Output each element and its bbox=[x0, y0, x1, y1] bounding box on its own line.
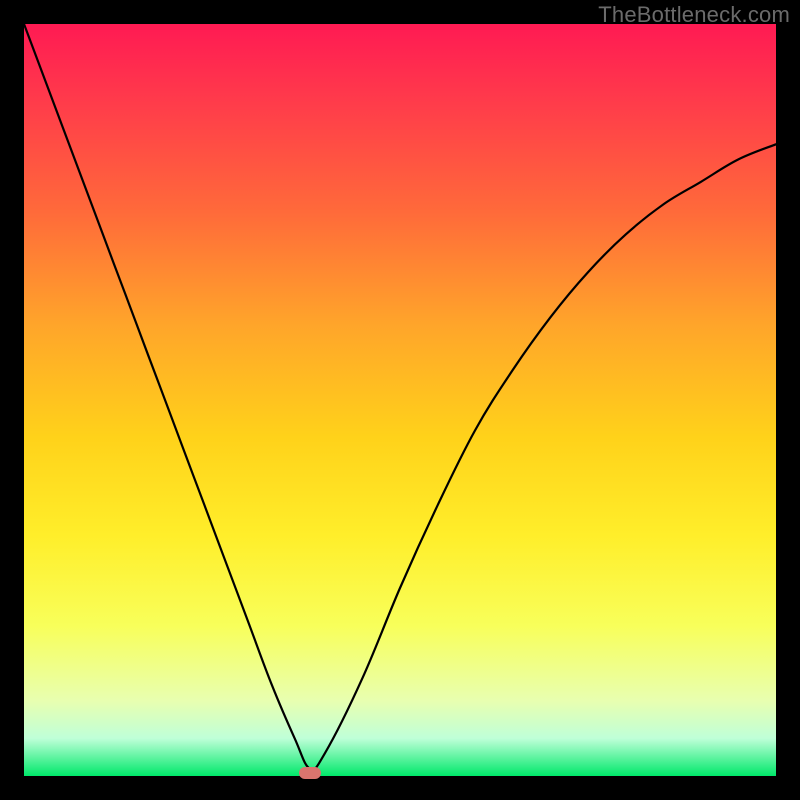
curve-path bbox=[24, 24, 776, 770]
chart-plot-area bbox=[24, 24, 776, 776]
bottleneck-curve bbox=[24, 24, 776, 776]
watermark-text: TheBottleneck.com bbox=[598, 2, 790, 28]
optimum-marker bbox=[299, 767, 321, 779]
